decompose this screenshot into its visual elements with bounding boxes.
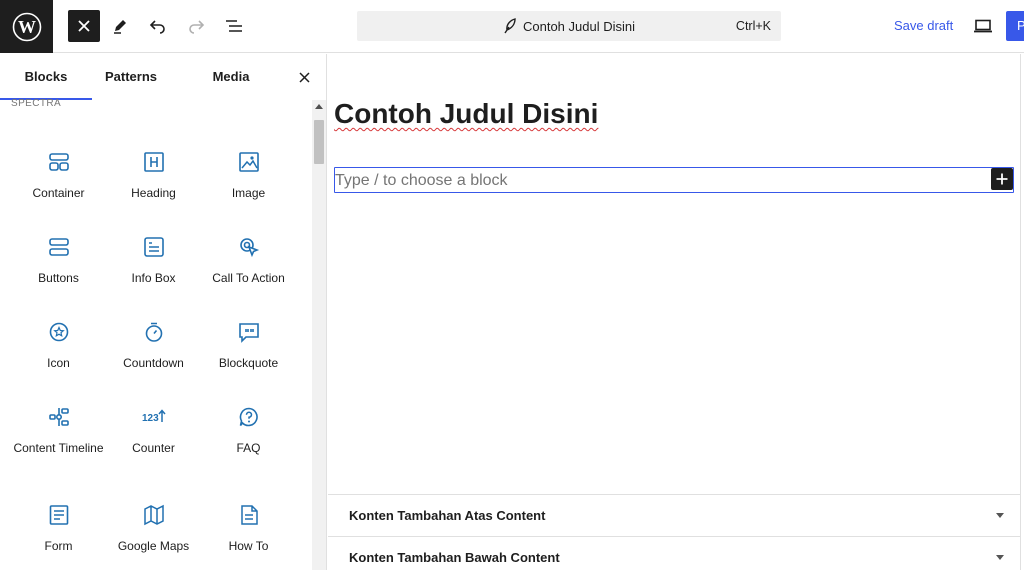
block-item-container[interactable]: Container <box>11 140 106 220</box>
wordpress-logo-icon[interactable]: W <box>0 0 53 53</box>
how-to-icon <box>237 503 261 527</box>
block-category-heading: SPECTRA <box>11 98 62 109</box>
metabox-title: Konten Tambahan Bawah Content <box>349 550 560 565</box>
block-label: Call To Action <box>212 271 285 285</box>
block-item-form[interactable]: Form <box>11 493 106 570</box>
close-inserter-panel-button[interactable] <box>294 67 314 87</box>
block-item-icon[interactable]: Icon <box>11 310 106 390</box>
timeline-icon <box>47 405 71 429</box>
block-item-blockquote[interactable]: Blockquote <box>201 310 296 390</box>
block-item-heading[interactable]: Heading <box>106 140 201 220</box>
default-block-appender[interactable]: Type / to choose a block <box>334 167 1014 193</box>
block-item-countdown[interactable]: Countdown <box>106 310 201 390</box>
block-item-image[interactable]: Image <box>201 140 296 220</box>
list-view-icon <box>226 20 242 32</box>
feather-icon <box>504 18 516 34</box>
svg-text:W: W <box>18 17 36 37</box>
inserter-tabs: Blocks Patterns Media <box>0 54 326 100</box>
block-label: Image <box>231 186 266 200</box>
publish-button[interactable]: P <box>1006 11 1024 41</box>
block-label: Content Timeline <box>13 441 104 455</box>
block-label: Buttons <box>38 271 79 285</box>
block-placeholder: Type / to choose a block <box>335 172 508 189</box>
undo-icon <box>149 20 165 34</box>
save-draft-button[interactable]: Save draft <box>894 18 953 33</box>
block-item-google-maps[interactable]: Google Maps <box>106 493 201 570</box>
command-palette-bar[interactable]: Contoh Judul Disini Ctrl+K <box>357 11 781 41</box>
preview-button[interactable] <box>970 14 996 38</box>
countdown-icon <box>142 320 166 344</box>
svg-text:123: 123 <box>142 413 159 424</box>
chevron-down-icon[interactable] <box>996 555 1004 560</box>
pencil-icon <box>114 20 126 34</box>
block-label: Blockquote <box>218 356 279 370</box>
close-icon <box>298 71 310 83</box>
block-label: Google Maps <box>117 539 190 553</box>
faq-icon <box>237 405 261 429</box>
metabox-konten-atas[interactable]: Konten Tambahan Atas Content <box>328 494 1020 536</box>
redo-button[interactable] <box>180 10 212 42</box>
inserter-scrollbar[interactable] <box>312 100 326 570</box>
post-title[interactable]: Contoh Judul Disini <box>334 98 598 130</box>
info-box-icon <box>142 235 166 259</box>
editor-canvas: Contoh Judul Disini Type / to choose a b… <box>328 54 1024 494</box>
tab-media[interactable]: Media <box>190 54 272 100</box>
scroll-up-arrow-icon[interactable] <box>315 104 323 109</box>
metabox-konten-bawah[interactable]: Konten Tambahan Bawah Content <box>328 536 1020 578</box>
block-label: FAQ <box>236 441 261 455</box>
block-label: How To <box>228 539 269 553</box>
block-label: Icon <box>47 356 70 370</box>
command-shortcut: Ctrl+K <box>735 19 771 33</box>
block-item-how-to[interactable]: How To <box>201 493 296 570</box>
call-to-action-icon <box>237 235 261 259</box>
plus-icon <box>996 173 1008 185</box>
redo-icon <box>189 20 205 34</box>
buttons-icon <box>47 235 71 259</box>
map-icon <box>142 503 166 527</box>
block-label: Form <box>44 539 73 553</box>
block-item-call-to-action[interactable]: Call To Action <box>201 225 296 305</box>
block-item-buttons[interactable]: Buttons <box>11 225 106 305</box>
block-label: Info Box <box>131 271 176 285</box>
chevron-down-icon[interactable] <box>996 513 1004 518</box>
metabox-title: Konten Tambahan Atas Content <box>349 508 546 523</box>
undo-button[interactable] <box>142 10 174 42</box>
scrollbar-thumb[interactable] <box>314 120 324 164</box>
block-label: Counter <box>132 441 175 455</box>
block-label: Container <box>32 186 85 200</box>
tab-patterns[interactable]: Patterns <box>92 54 170 100</box>
block-item-counter[interactable]: 123 Counter <box>106 395 201 475</box>
tab-blocks[interactable]: Blocks <box>0 54 92 100</box>
block-item-faq[interactable]: FAQ <box>201 395 296 475</box>
close-icon <box>78 20 90 32</box>
document-title: Contoh Judul Disini <box>522 18 635 34</box>
canvas-right-border <box>1020 54 1024 570</box>
heading-icon <box>142 150 166 174</box>
counter-icon: 123 <box>142 405 166 429</box>
editor-header: W Contoh Judul Disini Ctrl+K Save draft … <box>0 0 1024 53</box>
form-icon <box>47 503 71 527</box>
list-view-button[interactable] <box>218 10 250 42</box>
block-label: Heading <box>131 186 176 200</box>
desktop-icon <box>974 19 992 33</box>
tools-button[interactable] <box>104 10 136 42</box>
blockquote-icon <box>237 320 261 344</box>
container-icon <box>47 150 71 174</box>
icon-block-icon <box>47 320 71 344</box>
block-inserter-panel: Blocks Patterns Media SPECTRA Container … <box>0 54 327 570</box>
block-item-info-box[interactable]: Info Box <box>106 225 201 305</box>
block-label: Countdown <box>123 356 184 370</box>
block-item-content-timeline[interactable]: Content Timeline <box>11 395 106 475</box>
add-block-button[interactable] <box>991 168 1013 190</box>
image-icon <box>237 150 261 174</box>
close-inserter-button[interactable] <box>68 10 100 42</box>
